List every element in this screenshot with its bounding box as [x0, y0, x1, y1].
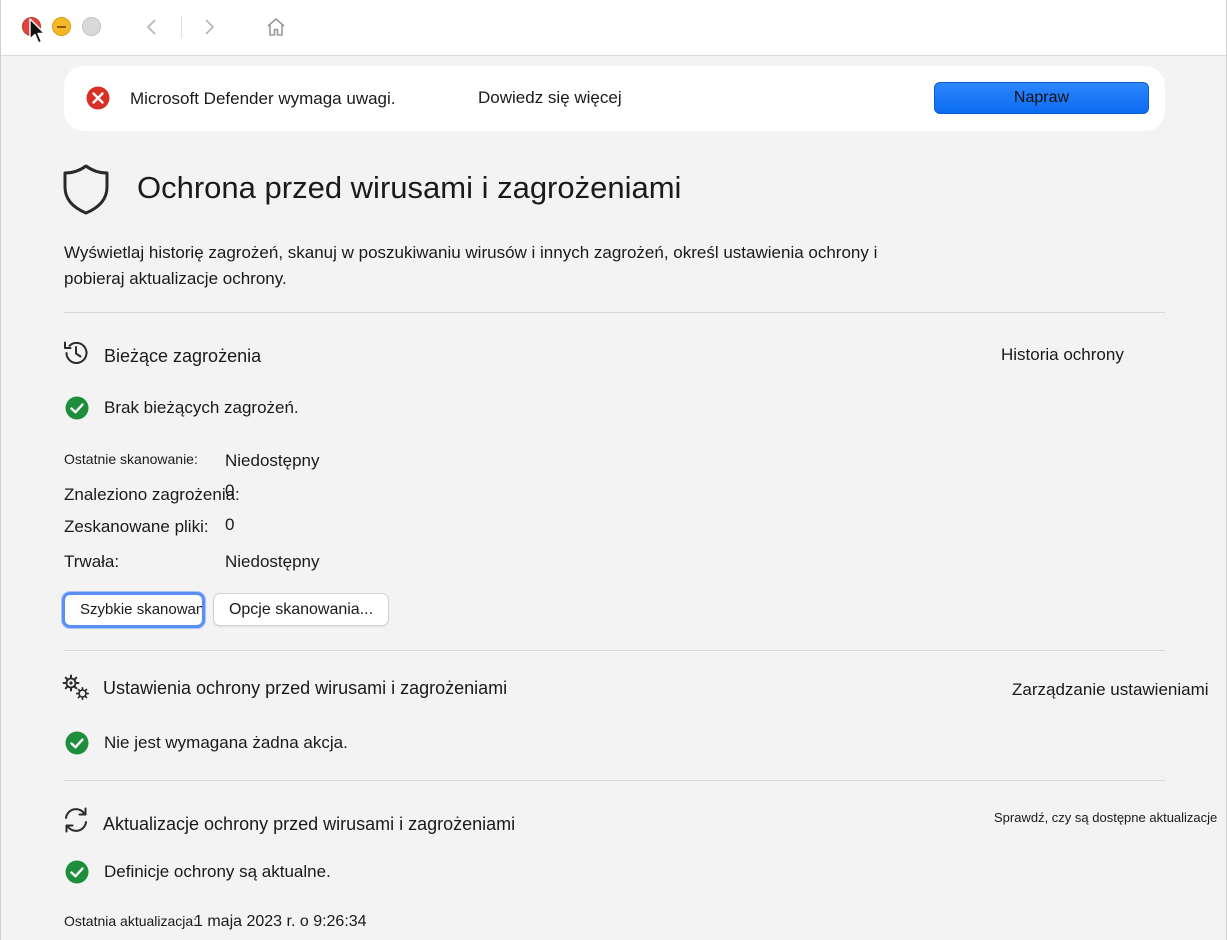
divider	[64, 650, 1165, 651]
updates-title: Aktualizacje ochrony przed wirusami i za…	[103, 814, 516, 834]
page-description: Wyświetlaj historię zagrożeń, skanuj w p…	[64, 240, 944, 292]
threats-found-label: Znaleziono zagrożenia:	[64, 485, 240, 504]
app-window: Microsoft Defender wymaga uwagi. Dowiedz…	[0, 0, 1227, 940]
mouse-cursor-icon	[29, 18, 46, 44]
current-threats-title: Bieżące zagrożenia	[104, 346, 262, 366]
divider	[64, 780, 1165, 781]
gears-icon	[62, 674, 90, 701]
settings-status: Nie jest wymagana żadna akcja.	[104, 733, 348, 752]
page-title: Ochrona przed wirusami i zagrożeniami	[137, 170, 682, 205]
quick-scan-button[interactable]: Szybkie skanowanie	[62, 592, 205, 628]
last-scan-label: Ostatnie skanowanie:	[64, 451, 198, 467]
shield-icon	[63, 164, 109, 215]
check-icon	[65, 860, 89, 884]
updates-status: Definicje ochrony są aktualne.	[104, 862, 331, 881]
refresh-icon	[65, 807, 87, 833]
title-bar	[1, 0, 1226, 56]
maximize-icon[interactable]	[82, 17, 101, 36]
threats-status: Brak bieżących zagrożeń.	[104, 398, 299, 417]
check-icon	[65, 396, 89, 420]
protection-history-link[interactable]: Historia ochrony	[1001, 345, 1124, 365]
duration-label: Trwała:	[64, 552, 120, 571]
settings-title: Ustawienia ochrony przed wirusami i zagr…	[103, 678, 508, 698]
description-line-2: pobieraj aktualizacje ochrony.	[64, 269, 287, 288]
learn-more-link[interactable]: Dowiedz się więcej	[478, 88, 622, 108]
last-scan-value: Niedostępny	[225, 451, 320, 470]
attention-banner: Microsoft Defender wymaga uwagi. Dowiedz…	[64, 66, 1165, 131]
files-scanned-value: 0	[225, 515, 235, 534]
threats-found-value: 0	[225, 481, 235, 500]
last-update-value: 1 maja 2023 r. o 9:26:34	[194, 913, 367, 930]
description-line-1: Wyświetlaj historię zagrożeń, skanuj w p…	[64, 243, 878, 262]
banner-message: Microsoft Defender wymaga uwagi.	[130, 89, 396, 108]
check-updates-link[interactable]: Sprawdź, czy są dostępne aktualizacje	[994, 810, 1217, 825]
manage-settings-link[interactable]: Zarządzanie ustawieniami	[1012, 680, 1209, 700]
nav-separator	[181, 16, 182, 38]
home-icon[interactable]	[261, 12, 291, 42]
history-icon	[64, 341, 88, 364]
fix-button[interactable]: Napraw	[934, 82, 1149, 114]
divider	[64, 312, 1165, 313]
minimize-icon[interactable]	[52, 17, 71, 36]
duration-value: Niedostępny	[225, 552, 320, 571]
check-icon	[65, 731, 89, 755]
back-icon[interactable]	[137, 12, 167, 42]
forward-icon[interactable]	[194, 12, 224, 42]
files-scanned-label: Zeskanowane pliki:	[64, 517, 209, 536]
scan-options-button[interactable]: Opcje skanowania...	[213, 593, 389, 626]
last-update-label: Ostatnia aktualizacja:	[64, 913, 198, 929]
error-icon	[86, 86, 110, 110]
